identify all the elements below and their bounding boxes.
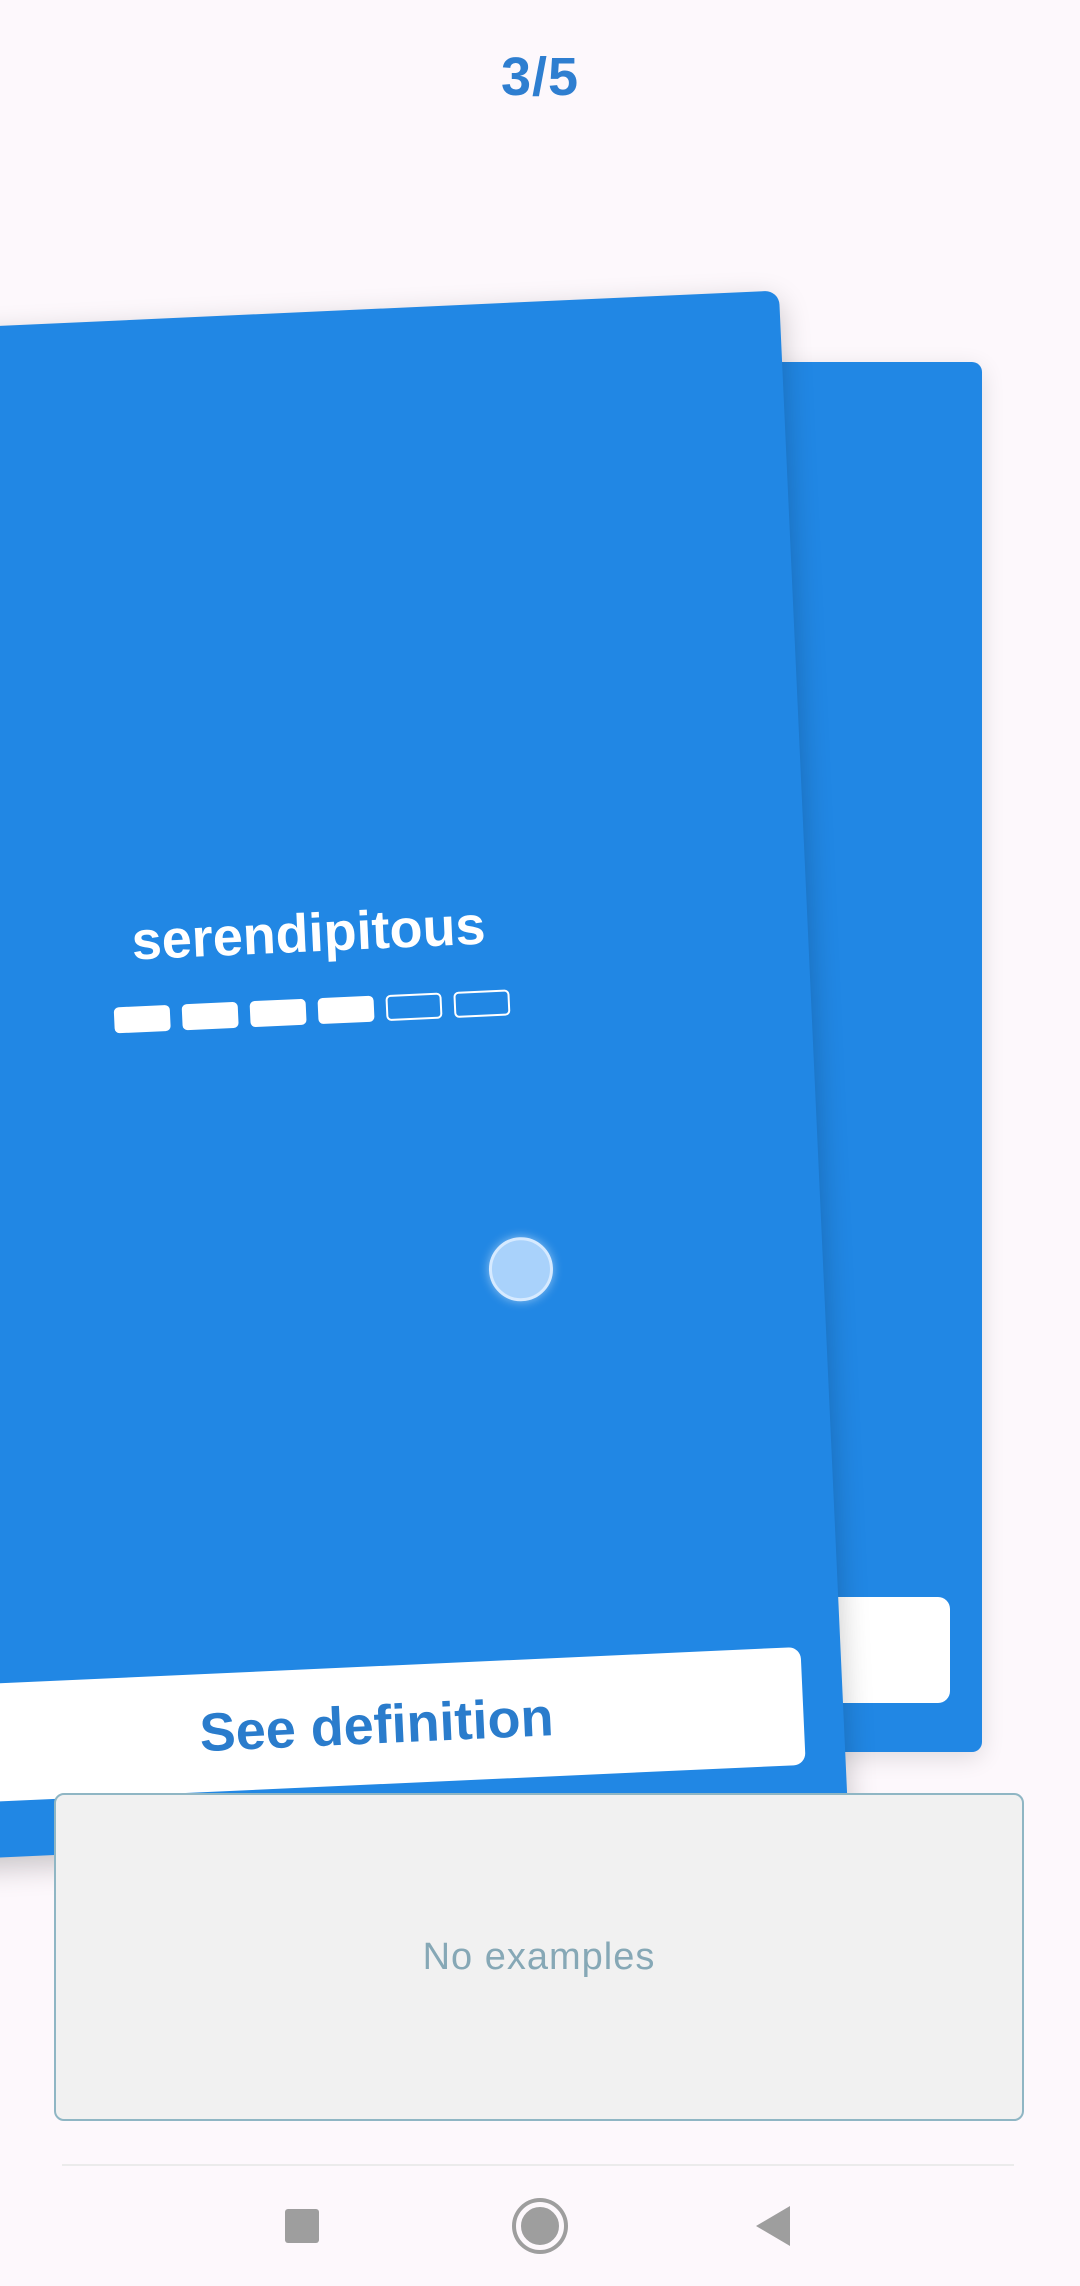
progress-segment-empty xyxy=(385,992,443,1022)
square-icon xyxy=(285,2209,319,2243)
nav-divider xyxy=(62,2164,1014,2166)
progress-segment-filled xyxy=(249,998,307,1028)
touch-indicator xyxy=(487,1235,555,1303)
progress-segment-empty xyxy=(453,989,511,1018)
current-flashcard[interactable]: serendipitous See definition xyxy=(0,290,849,1860)
no-examples-label: No examples xyxy=(422,1935,656,1978)
card-counter: 3/5 xyxy=(500,47,580,107)
system-navigation-bar xyxy=(0,2164,1080,2286)
circle-icon xyxy=(516,2202,564,2250)
word-progress xyxy=(0,981,707,1043)
home-button[interactable] xyxy=(500,2186,580,2266)
back-button[interactable] xyxy=(733,2186,813,2266)
examples-panel: No examples xyxy=(54,1793,1024,2121)
progress-segment-filled xyxy=(113,1004,171,1034)
triangle-back-icon xyxy=(756,2206,790,2246)
see-definition-button[interactable]: See definition xyxy=(0,1646,806,1804)
progress-segment-filled xyxy=(317,995,375,1025)
recents-button[interactable] xyxy=(262,2186,342,2266)
flashcard-word: serendipitous xyxy=(130,895,487,972)
progress-segment-filled xyxy=(181,1001,239,1031)
